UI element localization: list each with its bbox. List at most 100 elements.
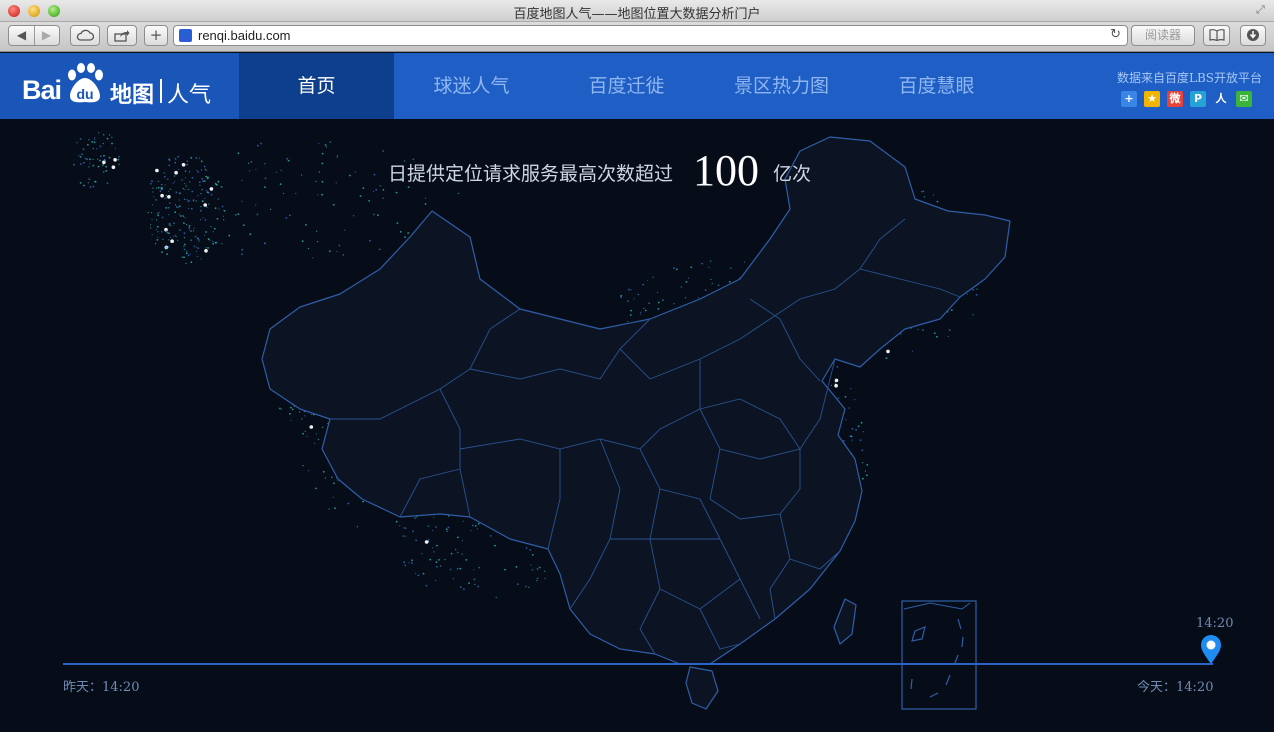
logo-du-text: du	[76, 86, 93, 102]
location-dot	[200, 209, 202, 212]
address-bar[interactable]: 🐾 renqi.baidu.com ↻	[173, 25, 1128, 46]
location-dot	[457, 536, 459, 539]
location-dot	[105, 170, 108, 172]
logo-renqi-text: 人气	[167, 83, 212, 108]
time-slider-track[interactable]	[63, 663, 1213, 665]
nav-tab-huiyan[interactable]: 百度慧眼	[859, 53, 1014, 119]
nav-tab-fan-popularity[interactable]: 球迷人气	[394, 53, 549, 119]
location-dot	[489, 535, 492, 537]
location-dot	[627, 300, 629, 302]
location-dot	[178, 213, 180, 215]
location-dot	[435, 561, 438, 563]
location-dot	[199, 219, 202, 221]
location-dot	[845, 419, 847, 421]
location-dot	[184, 183, 186, 185]
location-dot	[183, 245, 185, 247]
location-dot	[354, 171, 356, 173]
location-dot	[855, 429, 857, 431]
location-dot	[150, 212, 153, 214]
location-dot	[382, 197, 384, 199]
location-dot	[195, 246, 197, 248]
location-dot	[212, 242, 215, 245]
location-dot	[170, 236, 172, 238]
location-dot	[237, 152, 240, 155]
location-dot	[837, 397, 839, 399]
location-dot	[190, 239, 193, 242]
location-dot	[866, 464, 869, 466]
location-dot	[436, 544, 438, 547]
location-dot	[79, 156, 82, 158]
weibo-icon[interactable]: 微	[1167, 91, 1183, 107]
location-dot	[708, 266, 710, 268]
location-dot	[642, 283, 644, 286]
location-dot	[220, 186, 223, 188]
location-dot	[844, 396, 847, 398]
location-dot	[291, 408, 294, 411]
nav-tab-scenic-heatmap[interactable]: 景区热力图	[704, 53, 859, 119]
location-dot	[102, 164, 104, 166]
location-dot	[179, 229, 182, 231]
location-dot	[314, 487, 317, 490]
location-dot	[336, 156, 338, 158]
location-dot	[288, 214, 291, 217]
location-dot	[950, 309, 953, 311]
location-dot	[643, 307, 645, 309]
logo-bai-text: Bai	[22, 75, 62, 105]
logo-map-text: 地图	[110, 83, 155, 108]
location-dot	[155, 219, 158, 221]
location-dot	[92, 158, 94, 160]
location-dot	[317, 438, 319, 440]
reload-icon[interactable]: ↻	[1110, 27, 1121, 42]
location-dot	[164, 197, 166, 199]
location-dot	[538, 566, 541, 569]
location-dot	[163, 172, 165, 174]
location-dot	[301, 240, 304, 243]
tencent-weibo-icon[interactable]: P	[1190, 91, 1206, 107]
hainan-island	[685, 666, 719, 710]
location-dot	[264, 242, 266, 245]
wechat-icon[interactable]: ✉	[1236, 91, 1252, 107]
location-dot	[206, 206, 208, 208]
location-dot	[504, 568, 506, 571]
downloads-button[interactable]	[1240, 25, 1266, 46]
location-dot	[317, 194, 319, 196]
back-icon[interactable]: ◀	[9, 26, 34, 45]
location-dot	[156, 239, 159, 241]
plus-share-icon[interactable]: +	[1121, 91, 1137, 107]
location-dot	[922, 190, 925, 193]
reader-button[interactable]: 阅读器	[1131, 25, 1195, 46]
share-button[interactable]	[107, 25, 137, 46]
fullscreen-icon[interactable]: ⤢	[1256, 4, 1268, 16]
location-dot	[174, 181, 176, 183]
location-dot	[403, 527, 405, 529]
location-dot	[717, 284, 720, 287]
location-dot	[249, 170, 251, 172]
location-dot	[178, 199, 180, 201]
time-slider-handle-pin-icon[interactable]	[1200, 635, 1222, 665]
location-dot	[315, 230, 318, 232]
baidu-map-renqi-logo[interactable]: Bai du 地图 人气	[0, 53, 239, 119]
renren-icon[interactable]: 人	[1213, 91, 1229, 107]
back-forward-group: ◀ ▶	[8, 25, 60, 46]
bookmarks-button[interactable]	[1203, 25, 1230, 46]
new-tab-button[interactable]: +	[144, 25, 168, 46]
qzone-icon[interactable]: ★	[1144, 91, 1160, 107]
location-dot	[395, 520, 398, 523]
location-dot	[976, 288, 978, 290]
forward-icon[interactable]: ▶	[34, 26, 59, 45]
url-text[interactable]: renqi.baidu.com	[198, 28, 291, 43]
location-dot	[314, 442, 316, 444]
location-dot	[730, 267, 732, 269]
nav-tab-home[interactable]: 首页	[239, 53, 394, 119]
location-dot	[461, 540, 464, 542]
location-dot	[455, 548, 457, 551]
icloud-tabs-button[interactable]	[70, 25, 100, 46]
location-dot	[342, 254, 345, 256]
nav-tab-migration[interactable]: 百度迁徙	[549, 53, 704, 119]
location-dot	[473, 578, 476, 581]
location-dot	[201, 188, 204, 191]
location-dot	[334, 507, 336, 510]
location-dot	[199, 184, 201, 186]
location-dot	[404, 236, 406, 238]
location-dot	[465, 559, 468, 561]
